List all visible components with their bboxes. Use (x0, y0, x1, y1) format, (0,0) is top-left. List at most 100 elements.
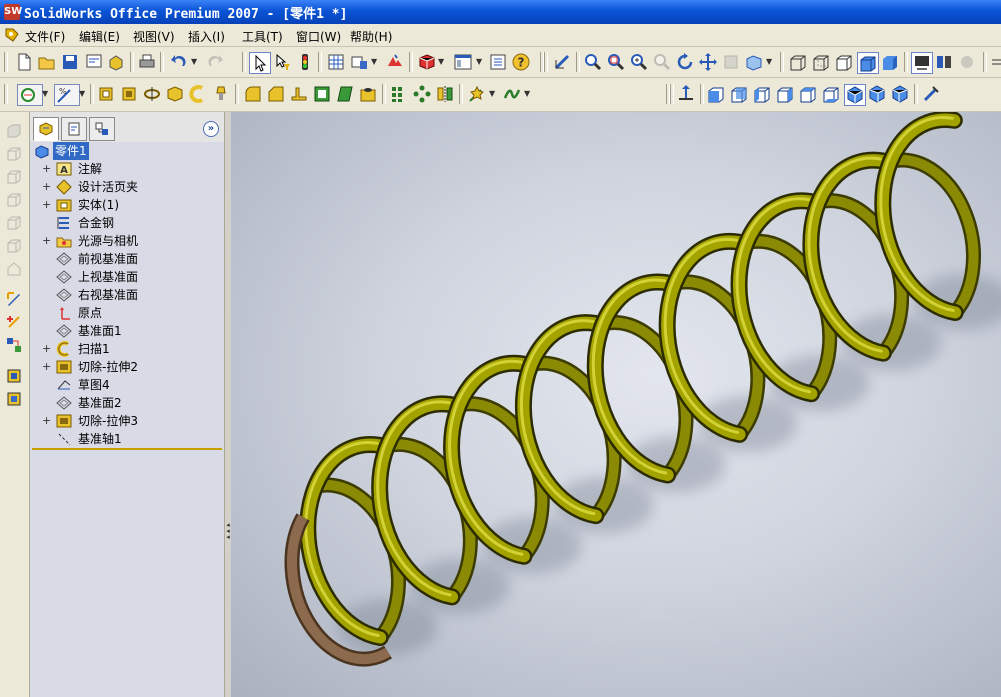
select-filter-icon[interactable] (272, 52, 292, 72)
tree-item[interactable]: 基准面1 (34, 322, 222, 340)
mirror-icon[interactable] (435, 84, 455, 104)
dimension-dropdown-icon[interactable]: ▼ (79, 84, 85, 104)
make-assembly-icon[interactable] (107, 52, 127, 72)
tree-item[interactable]: + 切除-拉伸3 (34, 412, 222, 430)
chamfer-icon[interactable] (266, 84, 286, 104)
sketch-dropdown-icon[interactable]: ▼ (42, 84, 48, 104)
measure-icon[interactable] (552, 52, 572, 72)
zoom-in-out-icon[interactable] (629, 52, 649, 72)
standard-views-icon[interactable] (744, 52, 764, 72)
hidden-lines-visible-icon[interactable] (811, 52, 831, 72)
select-arrow-icon[interactable] (249, 52, 271, 74)
tree-root[interactable]: 零件1 (30, 142, 224, 160)
zoom-to-fit-icon[interactable] (583, 52, 603, 72)
zoom-to-area-icon[interactable] (606, 52, 626, 72)
help-icon[interactable]: ? (511, 52, 531, 72)
view-selector-icon[interactable] (921, 84, 941, 104)
normal-to-icon[interactable] (676, 84, 696, 104)
tree-item[interactable]: + A 注解 (34, 160, 222, 178)
expand-icon[interactable]: + (42, 199, 51, 210)
collapse-panel-icon[interactable]: » (203, 121, 219, 137)
expand-icon[interactable]: + (42, 343, 51, 354)
fillet-icon[interactable] (243, 84, 263, 104)
perspective-icon[interactable] (934, 52, 954, 72)
3d-content-icon[interactable] (417, 52, 437, 72)
left-view-icon[interactable] (752, 84, 772, 104)
solidworks-app-icon[interactable]: SW (4, 4, 22, 20)
menu-file[interactable]: 文件(F) (25, 28, 65, 45)
back-view-icon[interactable] (729, 84, 749, 104)
rib-icon[interactable] (289, 84, 309, 104)
tree-item[interactable]: + 设计活页夹 (34, 178, 222, 196)
tree-item[interactable]: + 实体(1) (34, 196, 222, 214)
menu-insert[interactable]: 插入(I) (188, 28, 225, 45)
photoworks-icon[interactable] (385, 52, 405, 72)
reference-geometry-icon[interactable] (467, 84, 487, 104)
revolve-icon[interactable] (142, 84, 162, 104)
shaded-icon[interactable] (880, 52, 900, 72)
dimetric-view-icon[interactable] (890, 84, 910, 104)
wireframe-icon[interactable] (788, 52, 808, 72)
graphics-viewport[interactable] (231, 112, 1001, 697)
smart-dimension-icon[interactable]: % (54, 84, 80, 106)
print-icon[interactable] (137, 52, 157, 72)
front-view-icon[interactable] (706, 84, 726, 104)
toolbar-overflow-icon[interactable] (989, 52, 1001, 72)
image-properties-icon[interactable] (349, 52, 369, 72)
add-relation-icon[interactable] (5, 313, 23, 331)
sweep-icon[interactable] (188, 84, 208, 104)
expand-icon[interactable]: + (42, 235, 51, 246)
open-file-icon[interactable] (37, 52, 57, 72)
shell-icon[interactable] (312, 84, 332, 104)
splitter-grip-icon[interactable]: ◂ ◂ ◂ (226, 522, 230, 546)
loft-icon[interactable] (165, 84, 185, 104)
tree-item[interactable]: 右视基准面 (34, 286, 222, 304)
menu-help[interactable]: 帮助(H) (350, 28, 392, 45)
make-drawing-icon[interactable] (84, 52, 104, 72)
right-view-icon[interactable] (775, 84, 795, 104)
hidden-lines-removed-icon[interactable] (834, 52, 854, 72)
tree-item[interactable]: + 切除-拉伸2 (34, 358, 222, 376)
tree-item[interactable]: 原点 (34, 304, 222, 322)
tree-item[interactable]: 上视基准面 (34, 268, 222, 286)
extruded-cut-icon[interactable] (119, 84, 139, 104)
curves-dropdown-icon[interactable]: ▼ (524, 84, 530, 104)
expand-icon[interactable]: + (42, 181, 51, 192)
hole-wizard-icon[interactable] (358, 84, 378, 104)
tab-property-manager[interactable] (61, 117, 87, 141)
undo-icon[interactable] (169, 52, 189, 72)
menu-edit[interactable]: 编辑(E) (79, 28, 120, 45)
isometric-view-icon[interactable] (844, 84, 866, 106)
shaded-with-edges-icon[interactable] (857, 52, 879, 74)
tab-feature-tree[interactable] (33, 117, 59, 141)
draft-icon[interactable] (335, 84, 355, 104)
tree-item[interactable]: 草图4 (34, 376, 222, 394)
menu-tools[interactable]: 工具(T) (242, 28, 283, 45)
tree-item[interactable]: 基准面2 (34, 394, 222, 412)
rebuild-icon[interactable] (295, 52, 315, 72)
curves-icon[interactable] (502, 84, 522, 104)
options-grid-icon[interactable] (326, 52, 346, 72)
linear-pattern-icon[interactable] (389, 84, 409, 104)
tree-item[interactable]: 基准轴1 (34, 430, 222, 448)
extruded-boss-icon[interactable] (96, 84, 116, 104)
sketch-icon[interactable] (17, 84, 43, 106)
panel-splitter[interactable]: ◂ ◂ ◂ (224, 112, 231, 697)
pan-icon[interactable] (698, 52, 718, 72)
menu-window[interactable]: 窗口(W) (296, 28, 341, 45)
tab-configuration-manager[interactable] (89, 117, 115, 141)
layer-blocks-icon[interactable] (5, 390, 23, 408)
view-window-dropdown-icon[interactable]: ▼ (476, 52, 482, 72)
spring-model[interactable] (231, 112, 1001, 697)
3d-content-dropdown-icon[interactable]: ▼ (438, 52, 444, 72)
new-file-icon[interactable] (14, 52, 34, 72)
expand-icon[interactable]: + (42, 415, 51, 426)
rotate-view-icon[interactable] (675, 52, 695, 72)
view-window-icon[interactable] (453, 52, 473, 72)
reference-geometry-dropdown-icon[interactable]: ▼ (489, 84, 495, 104)
sketch-blocks-icon[interactable] (5, 367, 23, 385)
properties-list-icon[interactable] (488, 52, 508, 72)
tree-item[interactable]: 合金钢 (34, 214, 222, 232)
tree-item[interactable]: + 扫描1 (34, 340, 222, 358)
expand-icon[interactable]: + (42, 361, 51, 372)
